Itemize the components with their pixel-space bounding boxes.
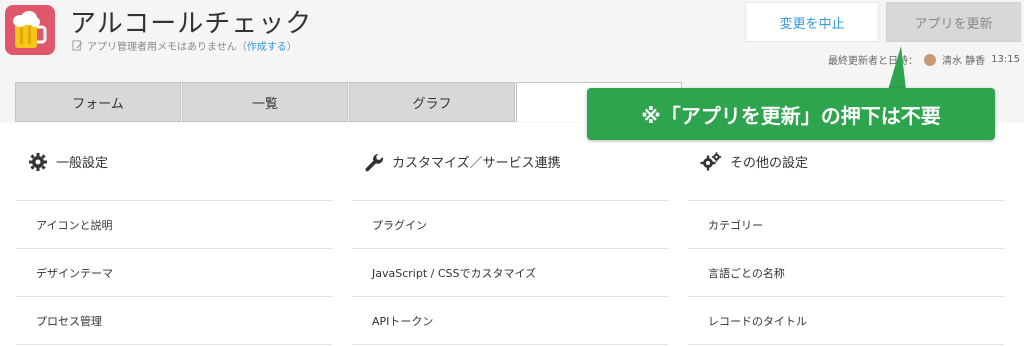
memo-text: アプリ管理者用メモはありません（ (87, 42, 247, 53)
section-title: カスタマイズ／サービス連携 (392, 156, 561, 171)
section-title: 一般設定 (56, 156, 109, 171)
tab-graph[interactable]: グラフ (349, 82, 515, 122)
settings-item-localized-names[interactable]: 言語ごとの名称 (688, 249, 1004, 297)
last-updated-user[interactable]: 清水 静香 (942, 52, 985, 67)
settings-tabs: フォーム 一覧 グラフ (15, 82, 683, 124)
section-other: その他の設定 カテゴリー 言語ごとの名称 レコードのタイトル (688, 123, 1004, 345)
edit-note-icon (72, 40, 83, 51)
section-customize: カスタマイズ／サービス連携 プラグイン JavaScript / CSSでカスタ… (352, 123, 668, 345)
cancel-changes-button[interactable]: 変更を中止 (745, 2, 879, 42)
update-app-button[interactable]: アプリを更新 (886, 2, 1021, 42)
annotation-callout: ※「アプリを更新」の押下は不要 (587, 88, 995, 140)
tab-form[interactable]: フォーム (15, 82, 181, 122)
settings-item-plugins[interactable]: プラグイン (352, 201, 668, 249)
settings-item-categories[interactable]: カテゴリー (688, 201, 1004, 249)
wrench-icon (365, 153, 383, 171)
section-general: 一般設定 アイコンと説明 デザインテーマ プロセス管理 (16, 123, 332, 345)
settings-item-record-title[interactable]: レコードのタイトル (688, 297, 1004, 345)
settings-item-design-theme[interactable]: デザインテーマ (16, 249, 332, 297)
app-title: アルコールチェック (70, 9, 313, 39)
section-header: 一般設定 (16, 123, 332, 201)
beer-mug-icon (5, 5, 55, 55)
gears-icon (700, 151, 722, 170)
settings-item-process-management[interactable]: プロセス管理 (16, 297, 332, 345)
settings-item-icon-description[interactable]: アイコンと説明 (16, 201, 332, 249)
callout-pointer (888, 46, 906, 90)
last-updated-info: 最終更新者と日時： 清水 静香 13:15 (828, 52, 1020, 67)
admin-memo: アプリ管理者用メモはありません（作成する） (72, 38, 297, 53)
gear-icon (29, 152, 47, 171)
memo-end: ） (286, 42, 297, 53)
app-header: アルコールチェック アプリ管理者用メモはありません（作成する） 変更を中止 アプ… (0, 0, 1024, 80)
create-memo-link[interactable]: 作成する (247, 42, 287, 53)
settings-item-api-token[interactable]: APIトークン (352, 297, 668, 345)
section-title: その他の設定 (730, 156, 809, 171)
tab-list[interactable]: 一覧 (182, 82, 348, 122)
last-updated-time: 13:15 (991, 54, 1020, 65)
avatar (923, 53, 936, 66)
settings-panel: 一般設定 アイコンと説明 デザインテーマ プロセス管理 カスタマイズ／サービス連… (0, 123, 1024, 346)
settings-item-js-css-customize[interactable]: JavaScript / CSSでカスタマイズ (352, 249, 668, 297)
